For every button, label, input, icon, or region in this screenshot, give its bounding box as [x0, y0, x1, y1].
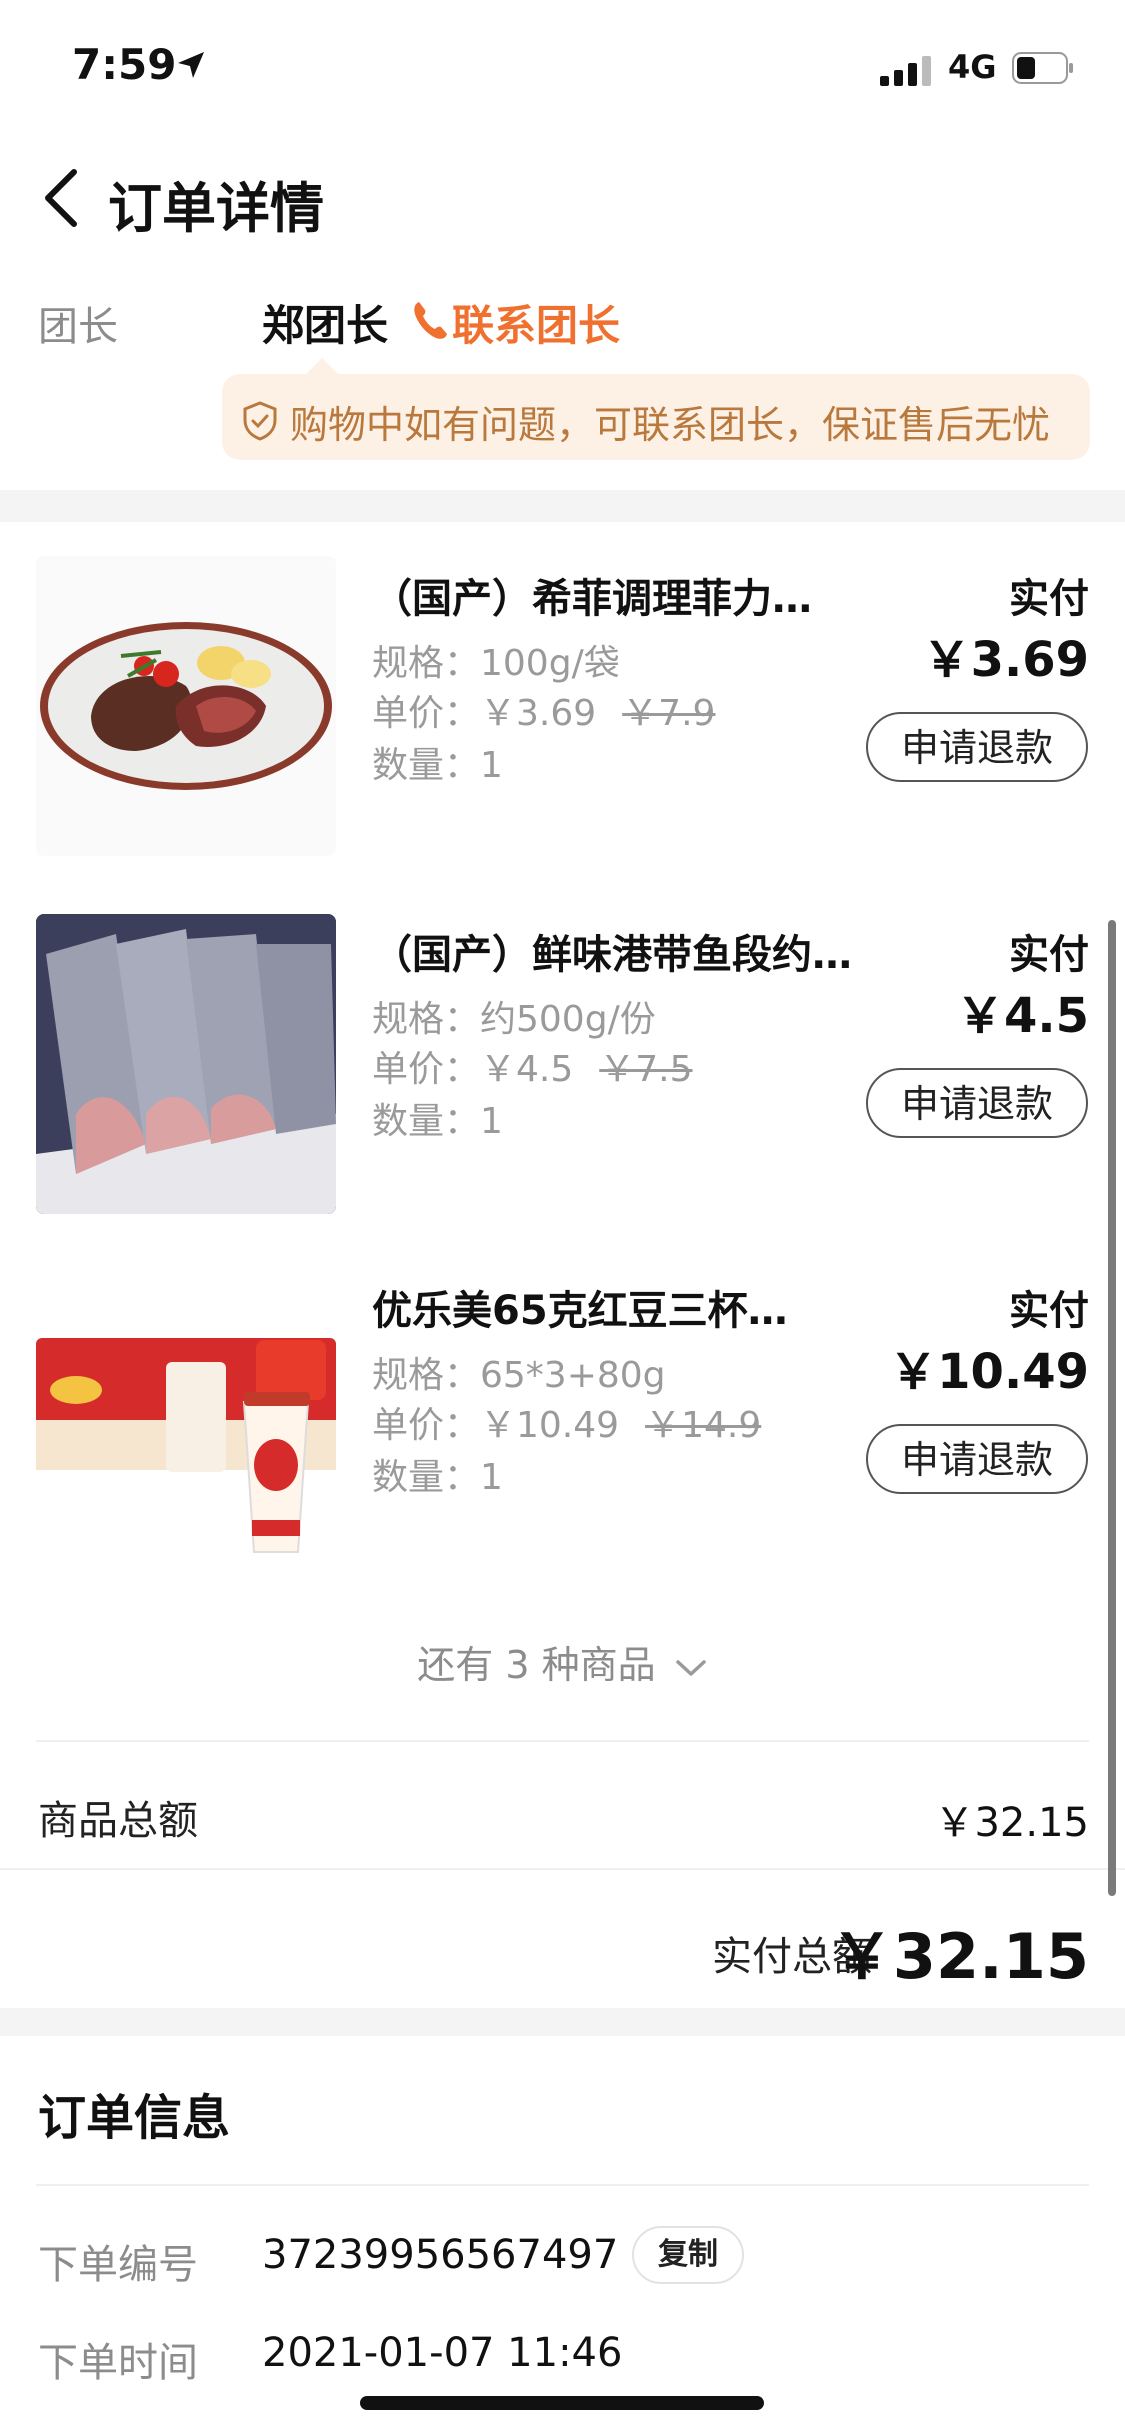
more-items-toggle[interactable]: 还有 3 种商品 — [0, 1634, 1125, 1689]
phone-icon[interactable] — [410, 298, 450, 342]
order-number-value: 37239956567497 — [262, 2232, 619, 2278]
refund-button[interactable]: 申请退款 — [866, 1068, 1088, 1138]
divider — [36, 2184, 1089, 2186]
order-info-title: 订单信息 — [38, 2090, 231, 2146]
original-price: ￥14.9 — [645, 1405, 762, 1446]
more-items-label: 还有 3 种商品 — [417, 1643, 656, 1687]
unit-price: 单价：￥3.69 — [372, 693, 597, 734]
product-quantity: 数量：1 — [372, 1457, 503, 1498]
product-image-fish[interactable] — [36, 914, 336, 1214]
scrollbar[interactable] — [1108, 920, 1116, 1896]
product-spec: 规格：约500g/份 — [372, 999, 656, 1040]
product-image-steak[interactable] — [36, 556, 336, 856]
network-type: 4G — [948, 48, 997, 86]
product-unit-price: 单价：￥3.69 ￥7.9 — [372, 684, 715, 736]
paid-label: 实付 — [1009, 576, 1089, 622]
paid-label: 实付 — [1009, 1288, 1089, 1334]
paid-label: 实付 — [1009, 932, 1089, 978]
chevron-down-icon — [675, 1659, 706, 1676]
unit-price: 单价：￥4.5 — [372, 1049, 574, 1090]
shield-check-icon — [243, 401, 277, 441]
product-spec: 规格：65*3+80g — [372, 1355, 666, 1396]
order-time-value: 2021-01-07 11:46 — [262, 2330, 623, 2376]
paid-amount: ￥10.49 — [889, 1344, 1089, 1400]
paid-amount: ￥4.5 — [955, 988, 1089, 1044]
product-image-milk-tea[interactable] — [36, 1270, 336, 1570]
battery-icon — [1012, 52, 1073, 84]
divider — [36, 1740, 1089, 1742]
original-price: ￥7.5 — [599, 1049, 693, 1090]
refund-button[interactable]: 申请退款 — [866, 712, 1088, 782]
contact-leader-link[interactable]: 联系团长 — [452, 292, 620, 353]
product-name[interactable]: 优乐美65克红豆三杯… — [372, 1278, 788, 1336]
product-quantity: 数量：1 — [372, 745, 503, 786]
page-title: 订单详情 — [108, 177, 324, 240]
leader-name: 郑团长 — [262, 301, 389, 350]
order-number-label: 下单编号 — [38, 2242, 198, 2288]
paid-amount: ￥3.69 — [922, 632, 1089, 688]
copy-order-number-button[interactable]: 复制 — [632, 2226, 744, 2284]
refund-button[interactable]: 申请退款 — [866, 1424, 1088, 1494]
product-name[interactable]: （国产）希菲调理菲力… — [372, 566, 812, 624]
paid-total-value: ￥32.15 — [830, 1920, 1089, 1993]
leader-label: 团长 — [38, 304, 118, 350]
product-name[interactable]: （国产）鲜味港带鱼段约… — [372, 922, 852, 980]
product-unit-price: 单价：￥4.5 ￥7.5 — [372, 1040, 693, 1092]
signal-icon — [880, 56, 931, 86]
original-price: ￥7.9 — [622, 693, 716, 734]
goods-total-value: ￥32.15 — [934, 1800, 1089, 1846]
home-indicator — [360, 2396, 764, 2410]
product-spec: 规格：100g/袋 — [372, 643, 620, 684]
status-time: 7:59 — [72, 40, 177, 89]
product-unit-price: 单价：￥10.49 ￥14.9 — [372, 1396, 761, 1448]
unit-price: 单价：￥10.49 — [372, 1405, 620, 1446]
goods-total-label: 商品总额 — [38, 1798, 198, 1844]
order-time-label: 下单时间 — [38, 2340, 198, 2386]
tip-text: 购物中如有问题，可联系团长，保证售后无忧 — [290, 403, 1051, 447]
back-chevron-icon[interactable] — [38, 166, 88, 230]
product-quantity: 数量：1 — [372, 1101, 503, 1142]
location-arrow-icon — [178, 52, 204, 78]
